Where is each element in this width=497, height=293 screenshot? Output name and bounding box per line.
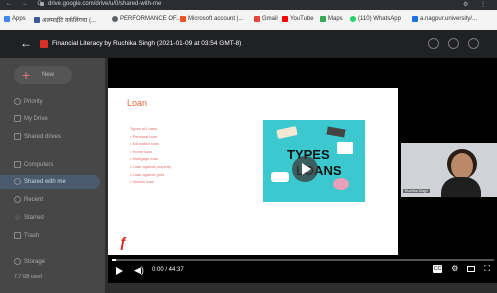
youtube-icon	[282, 16, 288, 22]
graduation-cap-icon	[326, 126, 346, 138]
address-bar: ← → C drive.google.com/drive/u/0/shared-…	[0, 0, 497, 10]
bookmark-icon	[412, 16, 418, 22]
drive-sidebar: + New Priority My Drive Shared drives Co…	[0, 30, 105, 293]
plus-icon: +	[22, 67, 31, 83]
lock-icon	[40, 2, 44, 6]
bookmark-university[interactable]: a.nagpur.university/...	[412, 16, 477, 22]
slide-logo: ƒ	[119, 234, 127, 250]
car-icon	[271, 172, 289, 182]
play-icon[interactable]	[116, 267, 123, 275]
sidebar-item-shared-with-me[interactable]: Shared with me	[24, 179, 66, 185]
webcam-feed: Ruchika Singh	[401, 143, 497, 197]
new-button[interactable]: + New	[14, 66, 72, 84]
slide-title: Loan	[127, 98, 148, 108]
more-options-icon[interactable]	[468, 38, 479, 49]
slide-bullet: • Home loan	[130, 148, 152, 154]
progress-fill	[112, 259, 116, 261]
captions-icon[interactable]: CC	[432, 265, 443, 273]
bookmark-maps[interactable]: Maps	[320, 16, 343, 22]
bookmark-youtube[interactable]: YouTube	[282, 16, 314, 22]
browser-menu-icons[interactable]: ⚙ ⋮	[463, 1, 491, 8]
books-icon	[276, 126, 298, 139]
presentation-slide: Loan Types of Loans • Personal loan • Ed…	[108, 88, 398, 255]
sidebar-item-shared-drives[interactable]: Shared drives	[24, 134, 61, 140]
people-icon	[14, 178, 21, 185]
apps-icon	[4, 16, 10, 22]
presenter-face	[451, 153, 473, 179]
sidebar-item-my-drive[interactable]: My Drive	[24, 116, 48, 122]
piggy-bank-icon	[333, 178, 349, 190]
whatsapp-icon	[350, 16, 356, 22]
shared-drives-icon	[14, 133, 21, 140]
house-icon	[337, 142, 353, 154]
sidebar-item-recent[interactable]: Recent	[24, 197, 43, 203]
slide-bullet: • Loan against property	[130, 163, 172, 169]
maps-icon	[320, 16, 326, 22]
globe-icon	[112, 16, 118, 22]
presenter-body	[441, 177, 481, 197]
slide-bullet-list: Types of Loans • Personal loan • Educati…	[130, 125, 171, 186]
file-title: Financial Literacy by Ruchika Singh (202…	[52, 40, 242, 47]
bookmark-whatsapp[interactable]: (110) WhatsApp	[350, 16, 401, 22]
bookmark-icon	[34, 17, 40, 23]
miniplayer-icon[interactable]	[467, 266, 476, 272]
sidebar-item-starred[interactable]: Starred	[24, 215, 44, 221]
presenter-name-tag: Ruchika Singh	[403, 189, 430, 193]
settings-gear-icon[interactable]: ⚙	[451, 265, 458, 273]
play-overlay-icon[interactable]	[292, 156, 318, 182]
bookmark-gmail[interactable]: Gmail	[254, 16, 278, 22]
slide-bullet: • Personal loan	[130, 133, 157, 139]
player-controls: ◀) 0:00 / 44:37 CC ⚙ ⛶	[108, 255, 497, 283]
player-right-controls: CC ⚙ ⛶	[432, 265, 490, 273]
url-text[interactable]: drive.google.com/drive/u/0/shared-with-m…	[48, 1, 161, 7]
slide-bullet: • Mortgage loan	[130, 156, 159, 162]
storage-used-text: 7.7 GB used	[14, 274, 42, 280]
time-display: 0:00 / 44:37	[152, 267, 184, 273]
bookmark-marathi[interactable]: अलमाईटि वर्कलिंगचा (...	[34, 16, 96, 24]
print-icon[interactable]	[448, 38, 459, 49]
sidebar-item-computers[interactable]: Computers	[24, 162, 53, 168]
sidebar-item-trash[interactable]: Trash	[24, 233, 39, 239]
gmail-icon	[254, 16, 260, 22]
computer-icon	[14, 161, 21, 168]
viewer-actions	[428, 38, 479, 49]
sidebar-item-priority[interactable]: Priority	[24, 99, 43, 105]
back-arrow-icon[interactable]: ←	[20, 37, 32, 49]
types-of-loans-image: TYPES LOANS	[263, 120, 365, 202]
video-file-icon	[40, 40, 48, 48]
bookmark-microsoft[interactable]: Microsoft account |...	[180, 16, 243, 22]
add-to-drive-icon[interactable]	[428, 38, 439, 49]
priority-icon	[14, 98, 21, 105]
slide-bullet: • Loan against gold	[130, 171, 165, 177]
slide-bullet: • Vehicle loan	[130, 179, 155, 185]
microsoft-icon	[180, 16, 186, 22]
slide-bullet: Types of Loans	[130, 126, 158, 131]
volume-icon[interactable]: ◀)	[134, 265, 144, 275]
bookmark-performance[interactable]: PERFORMANCE OF...	[112, 16, 181, 22]
trash-icon	[14, 232, 21, 239]
bookmark-apps[interactable]: Apps	[4, 16, 26, 22]
fullscreen-icon[interactable]: ⛶	[484, 265, 490, 273]
star-icon: ☆	[14, 213, 22, 222]
viewer-header: ← Financial Literacy by Ruchika Singh (2…	[0, 30, 497, 58]
screen: ← → C drive.google.com/drive/u/0/shared-…	[0, 0, 497, 293]
progress-bar[interactable]	[112, 259, 494, 261]
bookmarks-bar: Apps अलमाईटि वर्कलिंगचा (... PERFORMANCE…	[0, 10, 497, 31]
clock-icon	[14, 196, 21, 203]
my-drive-icon	[14, 115, 21, 122]
sidebar-item-storage[interactable]: Storage	[24, 259, 45, 265]
slide-bullet: • Education loan	[130, 141, 159, 147]
cloud-icon	[14, 258, 21, 265]
video-player[interactable]: Loan Types of Loans • Personal loan • Ed…	[108, 58, 497, 283]
